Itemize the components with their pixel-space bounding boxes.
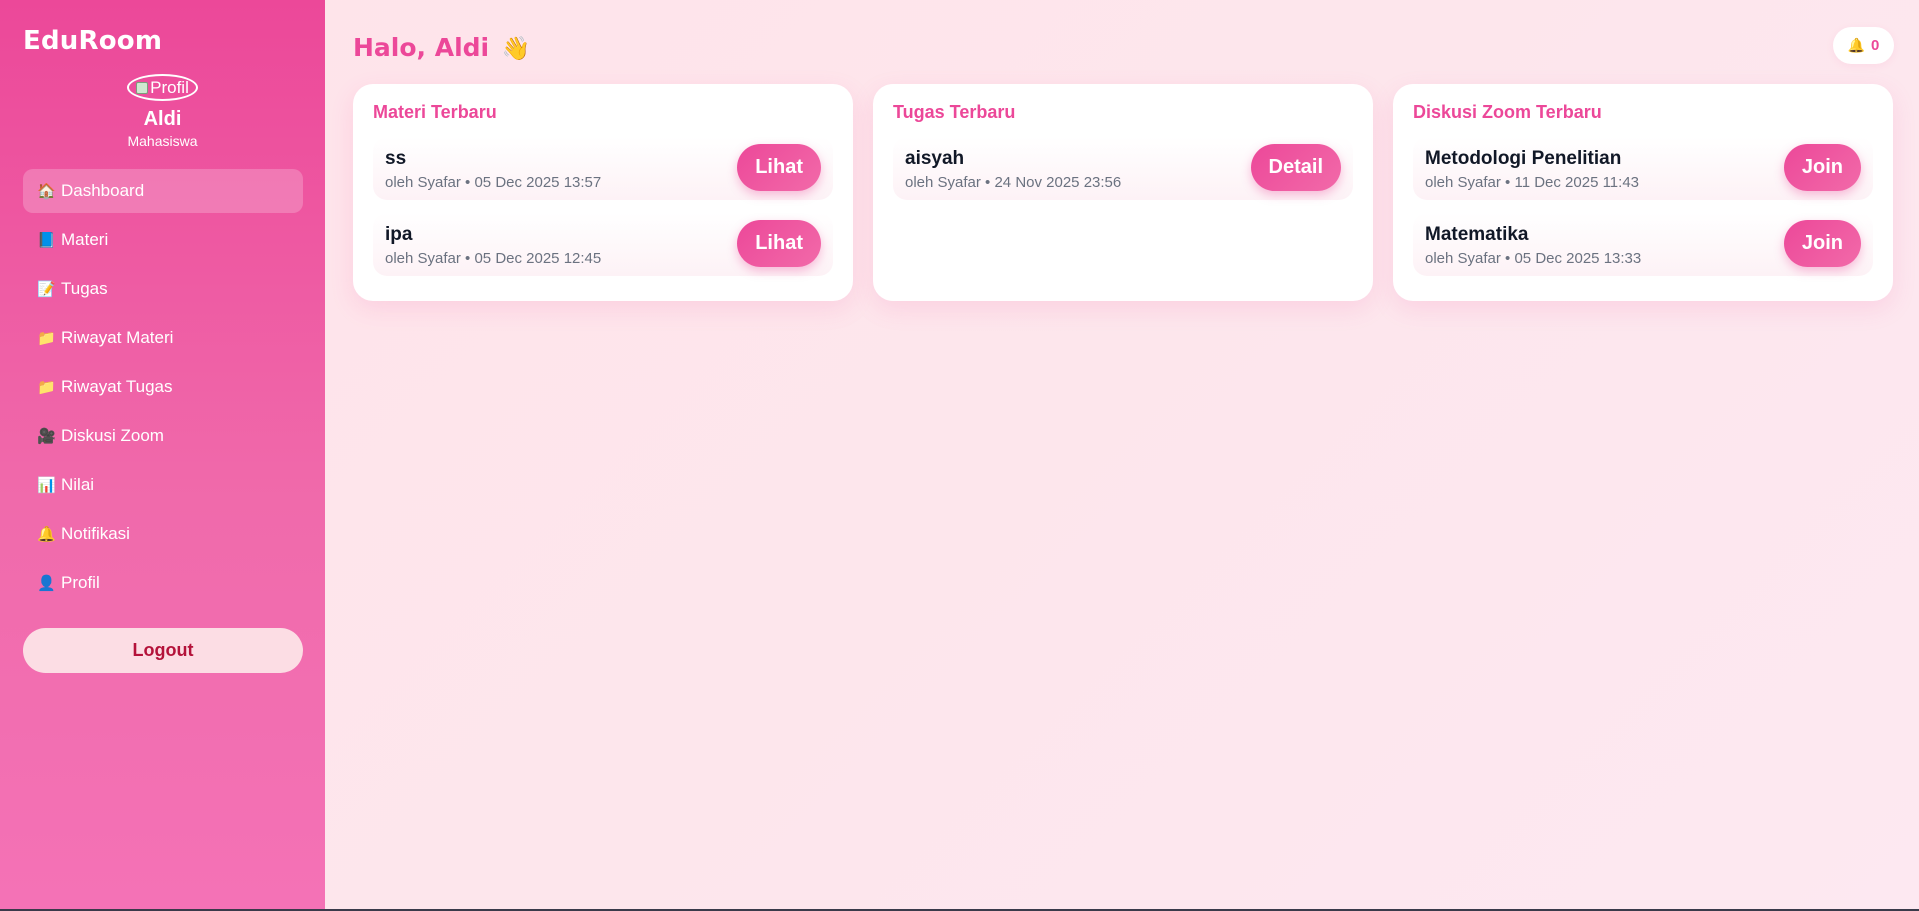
join-button[interactable]: Join bbox=[1783, 144, 1861, 191]
sidebar-item-label: Tugas bbox=[61, 279, 108, 298]
sidebar-nav: 🏠 Dashboard 📘 Materi 📝 Tugas 📁 Riwayat M… bbox=[23, 169, 303, 610]
card-materi-terbaru: Materi Terbaru ss oleh Syafar • 05 Dec 2… bbox=[353, 84, 853, 301]
notification-count: 0 bbox=[1871, 37, 1880, 54]
sidebar-item-label: Notifikasi bbox=[61, 524, 130, 543]
item-title: ss bbox=[385, 148, 407, 169]
item-meta: oleh Syafar • 05 Dec 2025 13:33 bbox=[1425, 250, 1642, 267]
sidebar-item-nilai[interactable]: 📊 Nilai bbox=[23, 463, 303, 507]
item-meta: oleh Syafar • 05 Dec 2025 13:57 bbox=[385, 174, 602, 191]
sidebar-item-profil[interactable]: 👤 Profil bbox=[23, 561, 303, 605]
waving-hand-icon: 👋 bbox=[501, 36, 531, 62]
greeting-text: Halo, Aldi bbox=[353, 33, 490, 62]
broken-image-icon bbox=[136, 81, 149, 94]
join-button[interactable]: Join bbox=[1783, 220, 1861, 267]
user-name: Aldi bbox=[143, 108, 182, 130]
sidebar-item-label: Diskusi Zoom bbox=[61, 426, 164, 445]
item-title: Metodologi Penelitian bbox=[1425, 148, 1622, 169]
book-icon: 📘 bbox=[37, 231, 56, 249]
item-meta: oleh Syafar • 24 Nov 2025 23:56 bbox=[905, 174, 1122, 191]
card-diskusi-zoom-terbaru: Diskusi Zoom Terbaru Metodologi Peneliti… bbox=[1393, 84, 1893, 301]
item-title: Matematika bbox=[1425, 224, 1529, 245]
memo-icon: 📝 bbox=[37, 280, 56, 298]
sidebar-item-riwayat-materi[interactable]: 📁 Riwayat Materi bbox=[23, 316, 303, 360]
notification-button[interactable]: 🔔 0 bbox=[1833, 27, 1894, 64]
item-meta: oleh Syafar • 11 Dec 2025 11:43 bbox=[1425, 174, 1640, 191]
folder-icon: 📁 bbox=[37, 329, 56, 347]
folder-icon: 📁 bbox=[37, 378, 56, 396]
sidebar-item-tugas[interactable]: 📝 Tugas bbox=[23, 267, 303, 311]
list-item: aisyah oleh Syafar • 24 Nov 2025 23:56 D… bbox=[893, 137, 1353, 200]
brand-logo: EduRoom bbox=[23, 26, 163, 56]
user-icon: 👤 bbox=[37, 574, 56, 592]
logout-button[interactable]: Logout bbox=[23, 628, 303, 673]
lihat-button[interactable]: Lihat bbox=[737, 220, 821, 267]
item-title: ipa bbox=[385, 224, 413, 245]
list-item: Metodologi Penelitian oleh Syafar • 11 D… bbox=[1413, 137, 1873, 200]
video-camera-icon: 🎥 bbox=[37, 427, 56, 445]
sidebar-item-diskusi-zoom[interactable]: 🎥 Diskusi Zoom bbox=[23, 414, 303, 458]
card-title: Materi Terbaru bbox=[373, 102, 497, 122]
list-item: ss oleh Syafar • 05 Dec 2025 13:57 Lihat bbox=[373, 137, 833, 200]
sidebar-item-dashboard[interactable]: 🏠 Dashboard bbox=[23, 169, 303, 213]
card-title: Tugas Terbaru bbox=[893, 102, 1016, 122]
sidebar-item-notifikasi[interactable]: 🔔 Notifikasi bbox=[23, 512, 303, 556]
bell-icon: 🔔 bbox=[1847, 37, 1866, 54]
sidebar-item-riwayat-tugas[interactable]: 📁 Riwayat Tugas bbox=[23, 365, 303, 409]
detail-button[interactable]: Detail bbox=[1250, 144, 1341, 191]
home-icon: 🏠 bbox=[37, 182, 56, 200]
sidebar: EduRoom Profil Aldi Mahasiswa 🏠 Dashboar… bbox=[0, 0, 325, 909]
sidebar-item-materi[interactable]: 📘 Materi bbox=[23, 218, 303, 262]
list-item: ipa oleh Syafar • 05 Dec 2025 12:45 Liha… bbox=[373, 213, 833, 276]
sidebar-item-label: Dashboard bbox=[61, 181, 145, 200]
item-title: aisyah bbox=[905, 148, 965, 169]
avatar[interactable]: Profil bbox=[127, 74, 198, 101]
sidebar-item-label: Nilai bbox=[61, 475, 95, 494]
list-item: Matematika oleh Syafar • 05 Dec 2025 13:… bbox=[1413, 213, 1873, 276]
item-meta: oleh Syafar • 05 Dec 2025 12:45 bbox=[385, 250, 602, 267]
sidebar-item-label: Riwayat Materi bbox=[61, 328, 174, 347]
sidebar-item-label: Materi bbox=[61, 230, 109, 249]
card-title: Diskusi Zoom Terbaru bbox=[1413, 102, 1602, 122]
card-tugas-terbaru: Tugas Terbaru aisyah oleh Syafar • 24 No… bbox=[873, 84, 1373, 301]
lihat-button[interactable]: Lihat bbox=[737, 144, 821, 191]
sidebar-item-label: Riwayat Tugas bbox=[61, 377, 173, 396]
user-role: Mahasiswa bbox=[127, 133, 198, 149]
page-title: Halo, Aldi 👋 bbox=[353, 33, 530, 62]
bell-icon: 🔔 bbox=[37, 525, 56, 543]
sidebar-item-label: Profil bbox=[61, 573, 100, 592]
bar-chart-icon: 📊 bbox=[37, 476, 56, 494]
avatar-alt-text: Profil bbox=[150, 77, 189, 97]
